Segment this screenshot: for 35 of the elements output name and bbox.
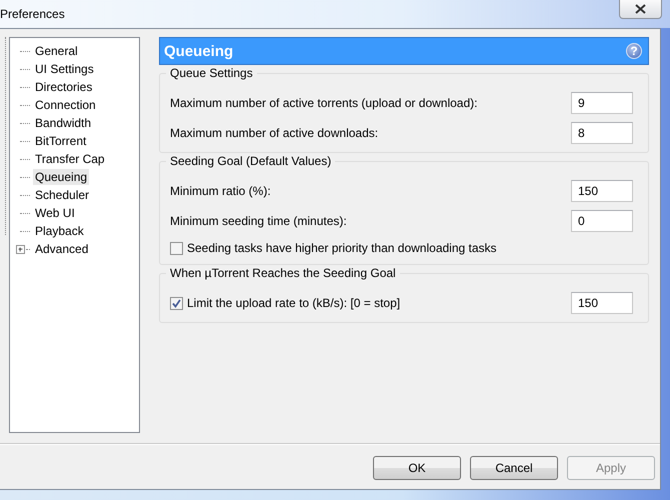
close-icon [635,4,646,14]
group-title: Seeding Goal (Default Values) [166,154,336,168]
tree-item[interactable]: Directories [33,79,94,95]
tree-item[interactable]: Advanced [33,241,90,257]
tree-item[interactable]: Playback [33,223,86,239]
expand-icon[interactable] [16,244,25,254]
dialog-button[interactable]: OK [373,456,461,480]
field-label: Minimum ratio (%): [170,184,271,198]
tree-item[interactable]: Scheduler [33,187,92,203]
field-label: Maximum number of active downloads: [170,126,378,140]
tree-item[interactable]: Web UI [33,205,77,221]
tree-item[interactable]: UI Settings [33,61,96,77]
tree-item[interactable]: General [33,43,80,59]
number-field[interactable]: 150 [571,292,633,314]
group-title: When µTorrent Reaches the Seeding Goal [166,266,400,280]
section-title: Queueing [164,42,234,60]
dialog-button[interactable]: Cancel [470,456,558,480]
field-label: Minimum seeding time (minutes): [170,214,347,228]
number-field[interactable]: 8 [571,122,633,144]
number-field[interactable]: 150 [571,180,633,202]
number-field[interactable]: 9 [571,92,633,114]
tree-item[interactable]: Connection [33,97,98,113]
checkbox-label: Seeding tasks have higher priority than downloading tasks [187,241,497,255]
tree-item[interactable]: Bandwidth [33,115,94,131]
window-title: Preferences [0,7,65,21]
checkbox[interactable] [170,296,183,310]
checkbox-label: Limit the upload rate to (kB/s): [0 = stop] [187,296,400,310]
group-title: Queue Settings [166,66,257,80]
tree-item[interactable]: Transfer Cap [33,151,107,167]
number-field[interactable]: 0 [571,210,633,232]
tree-item[interactable]: BitTorrent [33,133,88,149]
tree-item[interactable]: Queueing [33,169,90,185]
close-button[interactable] [619,0,662,19]
checkbox[interactable] [170,242,183,254]
field-label: Maximum number of active torrents (upload or download): [170,96,478,110]
